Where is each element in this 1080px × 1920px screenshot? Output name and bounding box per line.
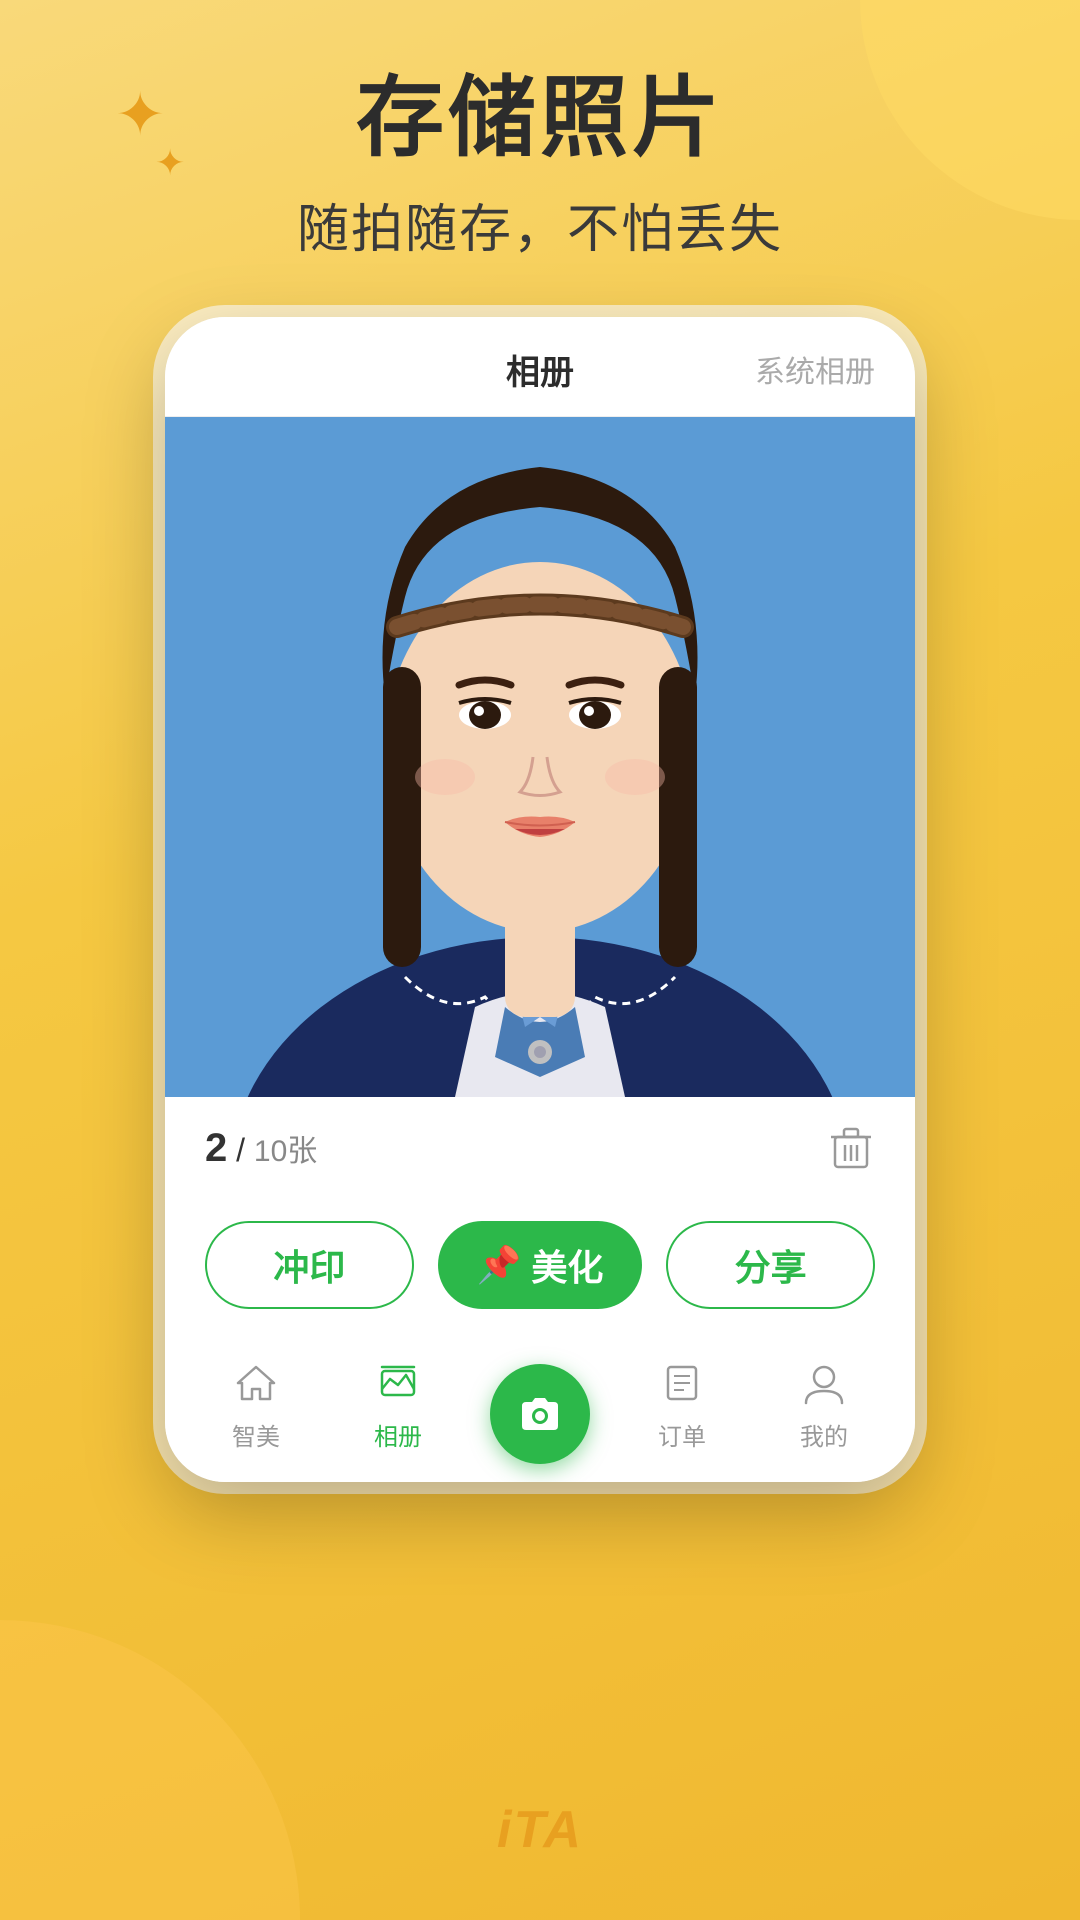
nav-label-orders: 订单 [658, 1417, 706, 1452]
nav-label-mine: 我的 [800, 1417, 848, 1452]
photo-separator: / [236, 1132, 245, 1168]
header-area: 存储照片 随拍随存，不怕丢失 [0, 0, 1080, 262]
bg-decoration-bottom [0, 1620, 300, 1920]
photo-info-row: 2 / 10张 [165, 1097, 915, 1201]
home-icon [230, 1357, 282, 1409]
nav-item-album[interactable]: 相册 [327, 1357, 469, 1452]
nav-label-album: 相册 [374, 1417, 422, 1452]
delete-button[interactable] [827, 1125, 875, 1173]
beautify-button[interactable]: 📌 美化 [438, 1221, 643, 1309]
nav-item-mine[interactable]: 我的 [753, 1357, 895, 1452]
photo-display [165, 417, 915, 1097]
action-buttons: 冲印 📌 美化 分享 [165, 1201, 915, 1339]
sub-title: 随拍随存，不怕丢失 [0, 187, 1080, 262]
photo-count: 2 / 10张 [205, 1126, 317, 1171]
bottom-nav: 智美 相册 [165, 1339, 915, 1482]
photo-total: 10张 [254, 1135, 317, 1168]
orders-icon [656, 1357, 708, 1409]
photo-current: 2 [205, 1126, 227, 1170]
album-icon [372, 1357, 424, 1409]
phone-frame: 相册 系统相册 [165, 317, 915, 1482]
print-button[interactable]: 冲印 [205, 1221, 414, 1309]
profile-icon [798, 1357, 850, 1409]
share-button[interactable]: 分享 [666, 1221, 875, 1309]
trash-icon [831, 1127, 871, 1171]
portrait-image [165, 417, 915, 1097]
ita-logo: iTA [497, 1800, 583, 1860]
tab-system-album[interactable]: 系统相册 [755, 347, 875, 391]
nav-item-orders[interactable]: 订单 [611, 1357, 753, 1452]
pin-icon: 📌 [477, 1244, 522, 1286]
nav-label-zhimei: 智美 [232, 1417, 280, 1452]
nav-item-zhimei[interactable]: 智美 [185, 1357, 327, 1452]
top-tab-bar: 相册 系统相册 [165, 317, 915, 417]
camera-icon [514, 1388, 566, 1440]
main-title: 存储照片 [0, 70, 1080, 167]
phone-mockup: 相册 系统相册 [165, 317, 915, 1482]
tab-album[interactable]: 相册 [506, 345, 574, 394]
camera-fab-button[interactable] [490, 1364, 590, 1464]
